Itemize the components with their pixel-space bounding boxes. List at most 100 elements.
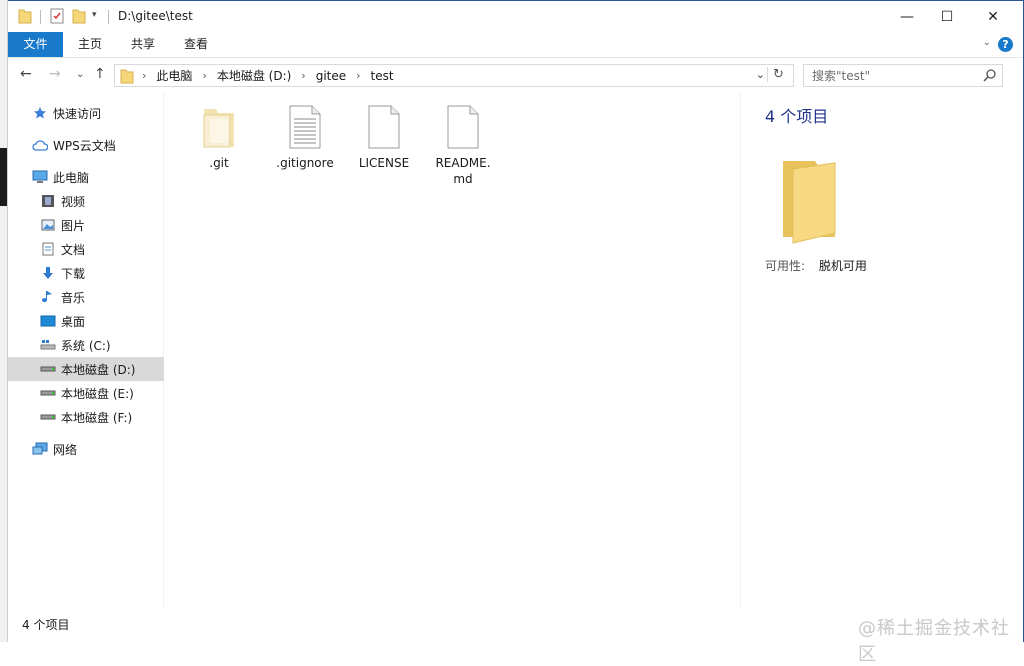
nav-label: 本地磁盘 (D:) [61,362,136,377]
nav-drive-d[interactable]: 本地磁盘 (D:) [8,357,164,381]
desktop-icon [40,313,56,329]
nav-drive-e[interactable]: 本地磁盘 (E:) [8,381,164,405]
window-title: D:\gitee\test [118,9,193,23]
nav-videos[interactable]: 视频 [8,189,164,213]
breadcrumb-test[interactable]: test [371,69,394,83]
nav-label: 桌面 [61,314,86,329]
breadcrumb-chevron-icon[interactable]: › [202,69,206,82]
nav-label: 视频 [61,194,86,209]
tab-share[interactable]: 共享 [121,32,165,57]
breadcrumb-drive-d[interactable]: 本地磁盘 (D:) [217,67,291,84]
search-box[interactable] [803,64,1003,87]
file-item-license[interactable]: LICENSE [347,103,421,171]
nav-pictures[interactable]: 图片 [8,213,164,237]
ribbon-expand-icon[interactable]: ⌄ [983,37,991,48]
folder-icon [120,68,134,84]
video-icon [40,193,56,209]
background-window-block [0,148,7,206]
nav-desktop[interactable]: 桌面 [8,309,164,333]
nav-label: 图片 [61,218,86,233]
recent-locations-icon[interactable]: ⌄ [76,69,84,80]
nav-system-c[interactable]: 系统 (C:) [8,333,164,357]
nav-documents[interactable]: 文档 [8,237,164,261]
network-icon [32,441,48,457]
navigation-pane: 快速访问 WPS云文档 此电脑 视频 图片 文档 下载 音乐 桌面 系统 (C:… [8,93,164,608]
title-divider [108,10,109,24]
file-item-readme[interactable]: README.md [426,103,500,187]
file-icon [426,103,500,149]
nav-network[interactable]: 网络 [8,437,164,461]
details-item-count: 4 个项目 [765,107,829,126]
search-icon[interactable] [983,69,996,85]
details-pane: 4 个项目 可用性: 脱机可用 [740,93,1023,608]
text-file-icon [268,103,342,149]
maximize-button[interactable]: ☐ [924,1,970,32]
status-bar: 4 个项目 @稀土掘金技术社区 [8,608,1023,665]
drive-icon [40,385,56,401]
search-input[interactable] [812,68,982,83]
properties-icon[interactable] [50,8,64,24]
availability-value: 脱机可用 [818,259,867,273]
breadcrumb-chevron-icon[interactable]: › [356,69,360,82]
title-bar[interactable]: ▾ D:\gitee\test — ☐ ✕ [8,1,1023,32]
new-folder-icon[interactable] [72,8,86,24]
folder-icon [18,8,32,24]
system-drive-icon [40,337,56,353]
nav-drive-f[interactable]: 本地磁盘 (F:) [8,405,164,429]
nav-downloads[interactable]: 下载 [8,261,164,285]
nav-label: 此电脑 [53,170,90,185]
breadcrumb-this-pc[interactable]: 此电脑 [156,67,192,84]
ribbon-tabs: 文件 主页 共享 查看 ⌄ ? [8,32,1023,58]
nav-quick-access[interactable]: 快速访问 [8,101,164,125]
availability-row: 可用性: 脱机可用 [765,257,867,274]
address-bar[interactable]: › 此电脑 › 本地磁盘 (D:) › gitee › test ⌄ ↻ [114,64,794,87]
file-name: .gitignore [276,156,334,170]
drive-icon [40,361,56,377]
up-button[interactable]: ↑ [94,66,106,82]
tab-view[interactable]: 查看 [174,32,218,57]
file-icon [347,103,421,149]
file-name: LICENSE [358,156,410,170]
nav-label: 快速访问 [53,106,102,121]
availability-label: 可用性: [765,259,806,273]
nav-label: 本地磁盘 (F:) [61,410,133,425]
nav-this-pc[interactable]: 此电脑 [8,165,164,189]
watermark: @稀土掘金技术社区 [858,618,1010,665]
drive-icon [40,409,56,425]
breadcrumb-chevron-icon[interactable]: › [301,69,305,82]
cloud-icon [32,137,48,153]
download-icon [40,265,56,281]
file-name: .git [209,156,229,170]
star-icon [32,105,48,121]
nav-label: 本地磁盘 (E:) [61,386,134,401]
quick-access-divider [40,10,41,24]
status-item-count: 4 个项目 [22,618,70,632]
nav-wps-cloud[interactable]: WPS云文档 [8,133,164,157]
nav-label: 音乐 [61,290,86,305]
breadcrumb-gitee[interactable]: gitee [316,69,346,83]
document-icon [40,241,56,257]
nav-label: 系统 (C:) [61,338,111,353]
background-window-edge [0,0,8,642]
music-icon [40,289,56,305]
picture-icon [40,217,56,233]
breadcrumb-chevron-icon[interactable]: › [142,69,146,82]
tab-file[interactable]: 文件 [8,32,63,57]
navigation-bar: ← → ⌄ ↑ › 此电脑 › 本地磁盘 (D:) › gitee › test… [8,58,1023,93]
explorer-window: ▾ D:\gitee\test — ☐ ✕ 文件 主页 共享 查看 ⌄ ? ← … [8,0,1024,665]
address-dropdown-icon[interactable]: ⌄ [756,68,765,81]
nav-label: 网络 [53,442,78,457]
forward-button[interactable]: → [49,66,61,82]
help-icon[interactable]: ? [998,37,1013,52]
close-button[interactable]: ✕ [970,1,1016,32]
back-button[interactable]: ← [20,66,32,82]
refresh-icon[interactable]: ↻ [767,67,789,82]
nav-music[interactable]: 音乐 [8,285,164,309]
folder-icon [182,103,256,149]
customize-toolbar-icon[interactable]: ▾ [92,10,97,20]
file-item-git[interactable]: .git [182,103,256,171]
tab-home[interactable]: 主页 [68,32,112,57]
computer-icon [32,169,48,185]
file-item-gitignore[interactable]: .gitignore [268,103,342,171]
file-list[interactable]: .git .gitignore LICENSE README.md [165,93,740,608]
